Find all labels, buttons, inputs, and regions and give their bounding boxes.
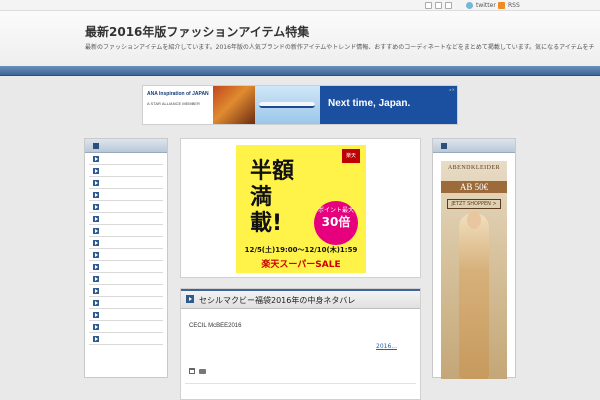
sidebar-list-item[interactable] [89,273,163,285]
dress-model-figure [459,213,489,379]
dress-ad-brand: ABENDKLEIDER [447,165,501,171]
right-sidebar: ABENDKLEIDER AB 50€ JETZT SHOPPEN > [432,138,516,379]
sidebar-list-item[interactable] [89,177,163,189]
list-bullet-icon [93,168,99,174]
bookmark-icon[interactable] [445,2,452,9]
site-header: 最新2016年版ファッションアイテム特集 最新のファッションアイテムを紹介してい… [0,11,600,66]
read-more-link[interactable]: 2016... [376,343,397,350]
home-icon[interactable] [425,2,432,9]
list-bullet-icon [93,216,99,222]
banner-tagline: Next time, Japan. [328,98,411,109]
list-bullet-icon [93,180,99,186]
rss-icon [498,2,505,9]
top-utility-bar: twitter RSS [0,0,600,11]
banner-alliance: A STAR ALLIANCE MEMBER [147,101,200,106]
list-bullet-icon [93,192,99,198]
site-description: 最新のファッションアイテムを紹介しています。2016年版の人気ブランドの新作アイ… [85,44,595,51]
sale-name: 楽天スーパーSALE [261,260,341,270]
sidebar-list-item[interactable] [89,261,163,273]
sidebar-list-item[interactable] [89,333,163,345]
left-sidebar [84,138,168,378]
point-burst-big: 30倍 [321,215,351,229]
list-bullet-icon [93,156,99,162]
sale-ad-container: 楽天 半額満載! ポイント最大 30倍 12/5(土)19:00～12/10(木… [180,138,421,278]
sale-dates: 12/5(土)19:00～12/10(木)1:59 [244,246,358,254]
list-bullet-icon [93,288,99,294]
dress-ad-cta[interactable]: JETZT SHOPPEN > [447,199,501,209]
list-bullet-icon [93,324,99,330]
point-burst: ポイント最大 30倍 [314,201,358,245]
sidebar-list-item[interactable] [89,309,163,321]
ad-info-icon[interactable]: ▸✕ [450,87,455,92]
widget-icon [441,143,447,149]
post-meta [189,368,206,374]
list-bullet-icon [93,228,99,234]
post-card: セシルマクビー福袋2016年の中身ネタバレ CECIL McBEE2016 20… [180,288,421,400]
sidebar-list-item[interactable] [89,297,163,309]
sidebar-list-item[interactable] [89,225,163,237]
right-sidebar-header [433,139,515,153]
site-title[interactable]: 最新2016年版ファッションアイテム特集 [85,23,309,40]
list-bullet-icon [93,276,99,282]
sidebar-list-item[interactable] [89,201,163,213]
list-bullet-icon [93,312,99,318]
top-banner-ad[interactable]: ANA Inspiration of JAPAN A STAR ALLIANCE… [142,85,458,125]
dress-model-head [467,211,481,229]
banner-brand: ANA Inspiration of JAPAN [147,91,209,97]
sale-shop-logo: 楽天 [342,149,360,163]
twitter-icon [466,2,473,9]
sidebar-list-item[interactable] [89,189,163,201]
sidebar-list-item[interactable] [89,213,163,225]
sidebar-list-item[interactable] [89,321,163,333]
sidebar-list-item[interactable] [89,237,163,249]
sidebar-list-item[interactable] [89,249,163,261]
left-sidebar-header [85,139,167,153]
list-bullet-icon [93,204,99,210]
sidebar-list-item[interactable] [89,285,163,297]
list-bullet-icon [93,240,99,246]
post-title[interactable]: セシルマクビー福袋2016年の中身ネタバレ [199,295,355,306]
sidebar-list-item[interactable] [89,165,163,177]
post-excerpt: CECIL McBEE2016 [189,323,242,329]
rss-link[interactable]: RSS [498,1,520,10]
list-bullet-icon [93,336,99,342]
left-sidebar-list [85,153,167,345]
sale-headline: 半額満載! [250,159,295,236]
banner-autumn-photo [213,86,255,124]
dress-ad[interactable]: ABENDKLEIDER AB 50€ JETZT SHOPPEN > [441,161,507,379]
airplane-icon [259,102,315,108]
point-burst-top: ポイント最大 [317,207,354,214]
calendar-icon [189,368,195,374]
post-header: セシルマクビー福袋2016年の中身ネタバレ [181,289,420,309]
list-bullet-icon [93,264,99,270]
twitter-label: twitter [476,2,496,9]
folder-icon[interactable] [199,369,206,374]
main-content: 楽天 半額満載! ポイント最大 30倍 12/5(土)19:00～12/10(木… [180,138,421,400]
twitter-link[interactable]: twitter [466,1,496,10]
widget-icon [93,143,99,149]
sale-ad[interactable]: 楽天 半額満載! ポイント最大 30倍 12/5(土)19:00～12/10(木… [236,145,366,273]
mail-icon[interactable] [435,2,442,9]
sidebar-list-item[interactable] [89,153,163,165]
navigation-bar [0,66,600,76]
rss-label: RSS [508,2,520,9]
utility-icons [425,1,452,10]
list-bullet-icon [93,252,99,258]
dress-ad-price: AB 50€ [441,181,507,193]
list-bullet-icon [93,300,99,306]
post-divider [185,383,416,384]
post-arrow-icon [186,295,194,303]
